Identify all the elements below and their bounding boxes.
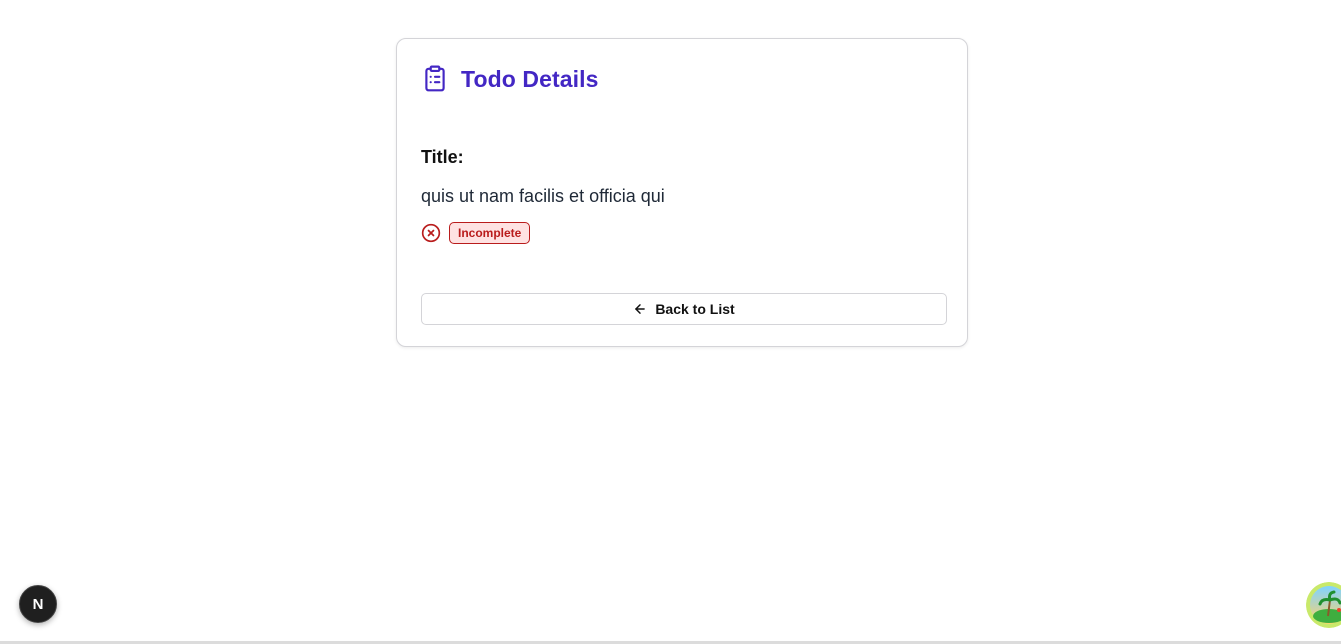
nextjs-dev-indicator-button[interactable]: N	[19, 585, 57, 623]
status-badge: Incomplete	[449, 222, 531, 244]
arrow-left-icon	[633, 302, 647, 316]
status-row: Incomplete	[421, 222, 531, 244]
todo-title-value: quis ut nam facilis et officia qui	[421, 186, 665, 206]
back-to-list-label: Back to List	[655, 301, 735, 317]
browser-extension-icon[interactable]	[1306, 582, 1341, 628]
x-circle-icon	[421, 223, 441, 243]
clipboard-list-icon	[421, 65, 449, 93]
back-to-list-button[interactable]: Back to List	[421, 293, 947, 325]
page-title: Todo Details	[461, 65, 599, 92]
island-icon	[1306, 582, 1341, 628]
nextjs-logo-icon: N	[32, 595, 44, 613]
card-header: Todo Details	[421, 65, 599, 93]
todo-details-card: Todo Details Title: quis ut nam facilis …	[396, 38, 968, 347]
title-label: Title:	[421, 147, 464, 167]
